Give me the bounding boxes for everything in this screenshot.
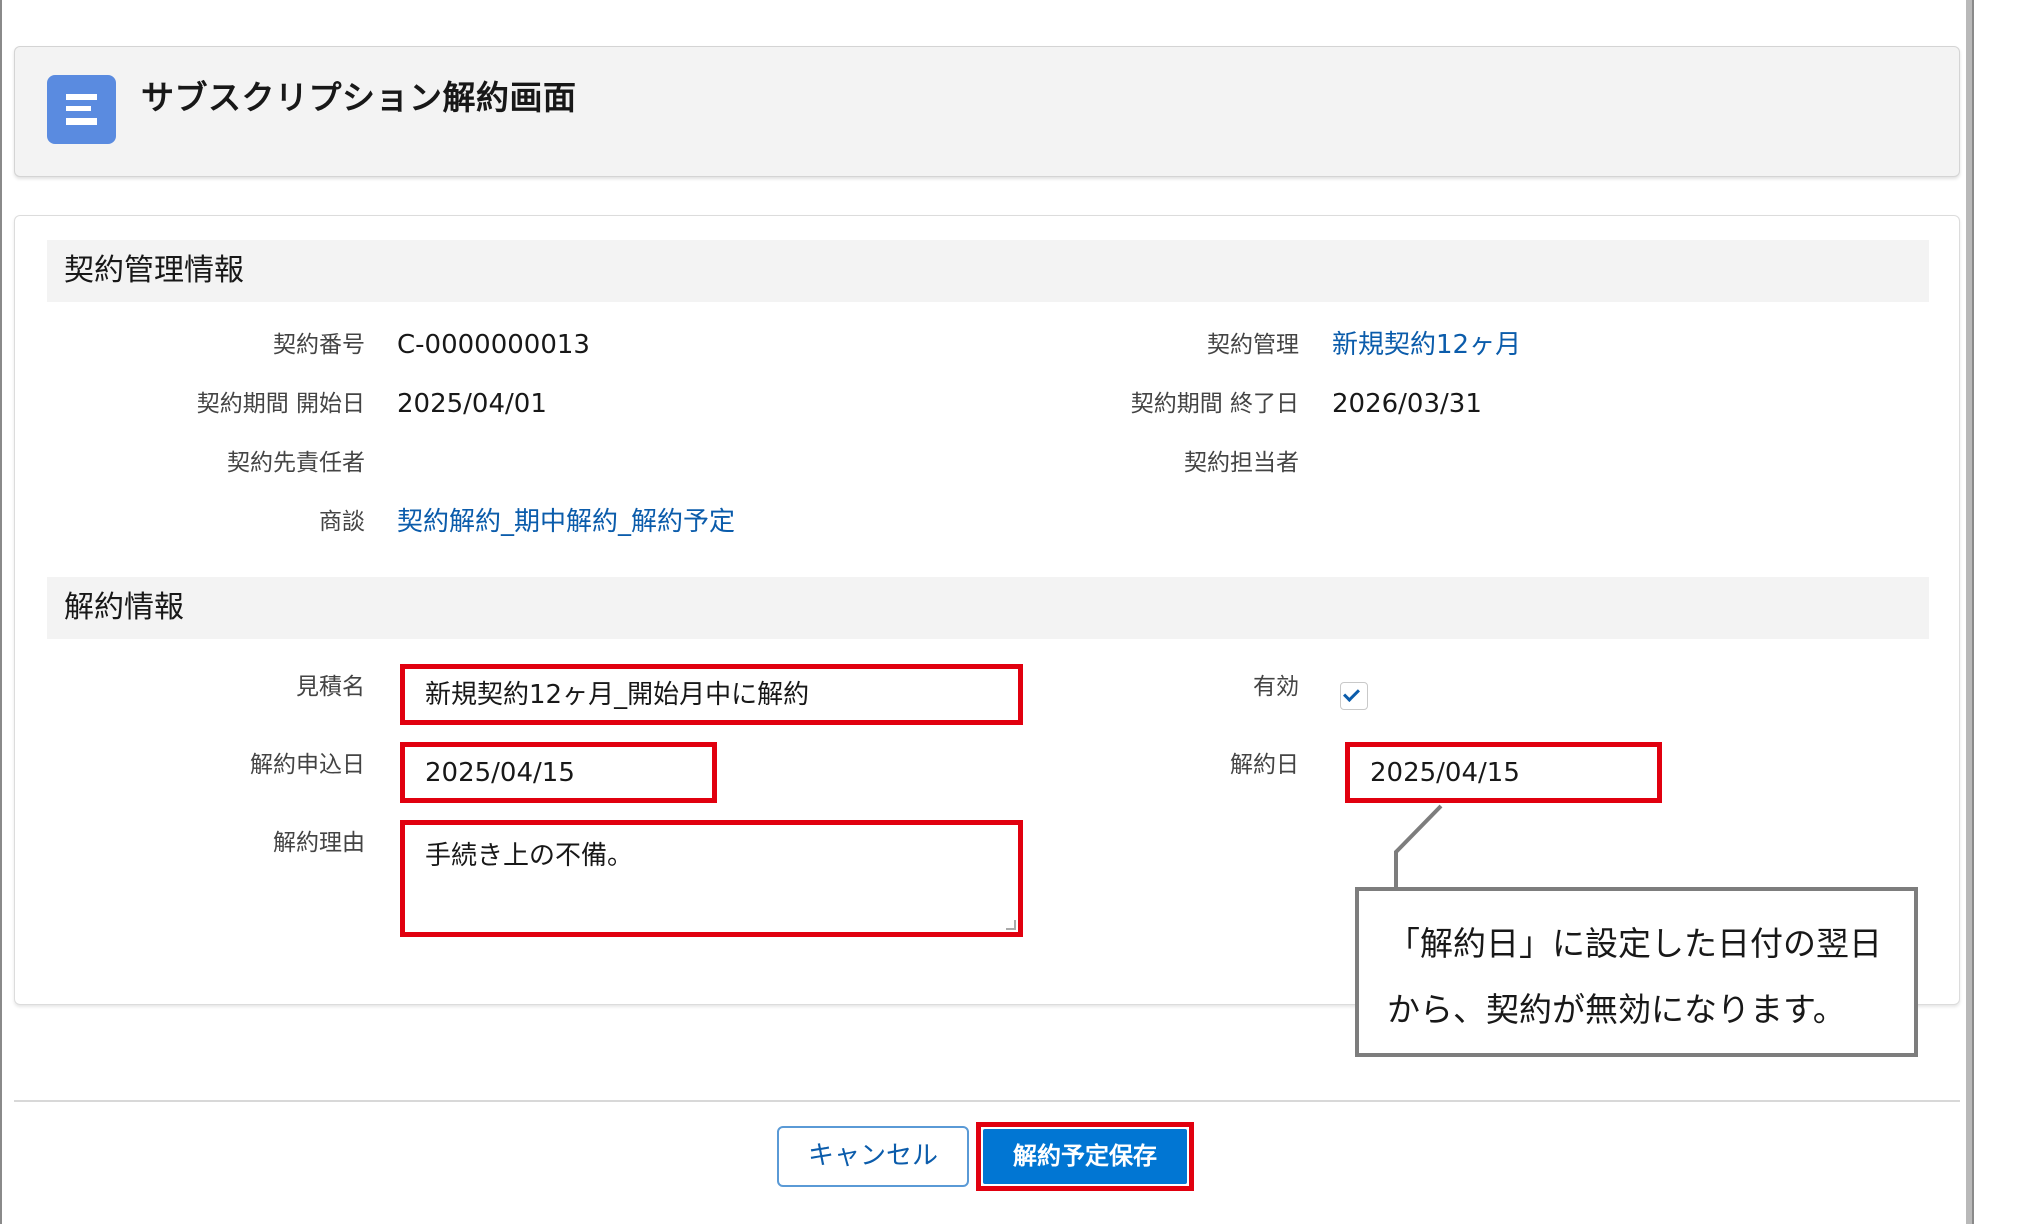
- section-title-contract: 契約管理情報: [64, 253, 244, 288]
- page-title: サブスクリプション解約画面: [141, 78, 577, 117]
- active-checkbox[interactable]: [1340, 682, 1368, 710]
- field-value-period-end: 2026/03/31: [1332, 389, 1482, 419]
- reason-textarea[interactable]: 手続き上の不備。: [400, 820, 1023, 937]
- section-title-cancel: 解約情報: [64, 590, 184, 625]
- field-label-application-date: 解約申込日: [250, 752, 365, 778]
- field-label-quote-name: 見積名: [296, 674, 365, 700]
- cancel-button[interactable]: キャンセル: [777, 1126, 969, 1187]
- field-label-cancel-date: 解約日: [1230, 752, 1299, 778]
- field-label-opportunity: 商談: [319, 509, 365, 535]
- resize-handle[interactable]: [1006, 920, 1016, 930]
- application-date-input[interactable]: 2025/04/15: [400, 742, 717, 803]
- field-label-contract-management: 契約管理: [1207, 332, 1299, 358]
- save-cancellation-button[interactable]: 解約予定保存: [983, 1129, 1187, 1184]
- section-header-cancel[interactable]: [47, 577, 1929, 639]
- field-label-reason: 解約理由: [273, 830, 365, 856]
- field-value-contract-number: C-0000000013: [397, 330, 590, 360]
- annotation-callout: 「解約日」に設定した日付の翌日 から、契約が無効になります。: [1355, 887, 1918, 1057]
- field-label-contract-number: 契約番号: [273, 332, 365, 358]
- quote-name-input[interactable]: 新規契約12ヶ月_開始月中に解約: [400, 664, 1023, 725]
- modal-edge-shadow: [1966, 0, 1972, 1224]
- record-icon: [47, 75, 116, 144]
- link-contract-management[interactable]: 新規契約12ヶ月: [1332, 328, 1521, 362]
- section-header-contract[interactable]: [47, 240, 1929, 302]
- field-value-period-start: 2025/04/01: [397, 389, 547, 419]
- checkmark-icon: [1343, 685, 1360, 702]
- field-label-active: 有効: [1253, 674, 1299, 700]
- link-opportunity[interactable]: 契約解約_期中解約_解約予定: [397, 505, 735, 539]
- callout-line-1: 「解約日」に設定した日付の翌日: [1387, 924, 1882, 963]
- field-label-client-responsible: 契約先責任者: [227, 450, 365, 476]
- footer-divider: [14, 1100, 1960, 1102]
- field-label-contract-owner: 契約担当者: [1184, 450, 1299, 476]
- callout-line-2: から、契約が無効になります。: [1387, 990, 1846, 1029]
- field-label-period-start: 契約期間 開始日: [196, 391, 365, 417]
- field-label-period-end: 契約期間 終了日: [1130, 391, 1299, 417]
- cancel-date-input[interactable]: 2025/04/15: [1345, 742, 1662, 803]
- reason-text: 手続き上の不備。: [425, 841, 634, 871]
